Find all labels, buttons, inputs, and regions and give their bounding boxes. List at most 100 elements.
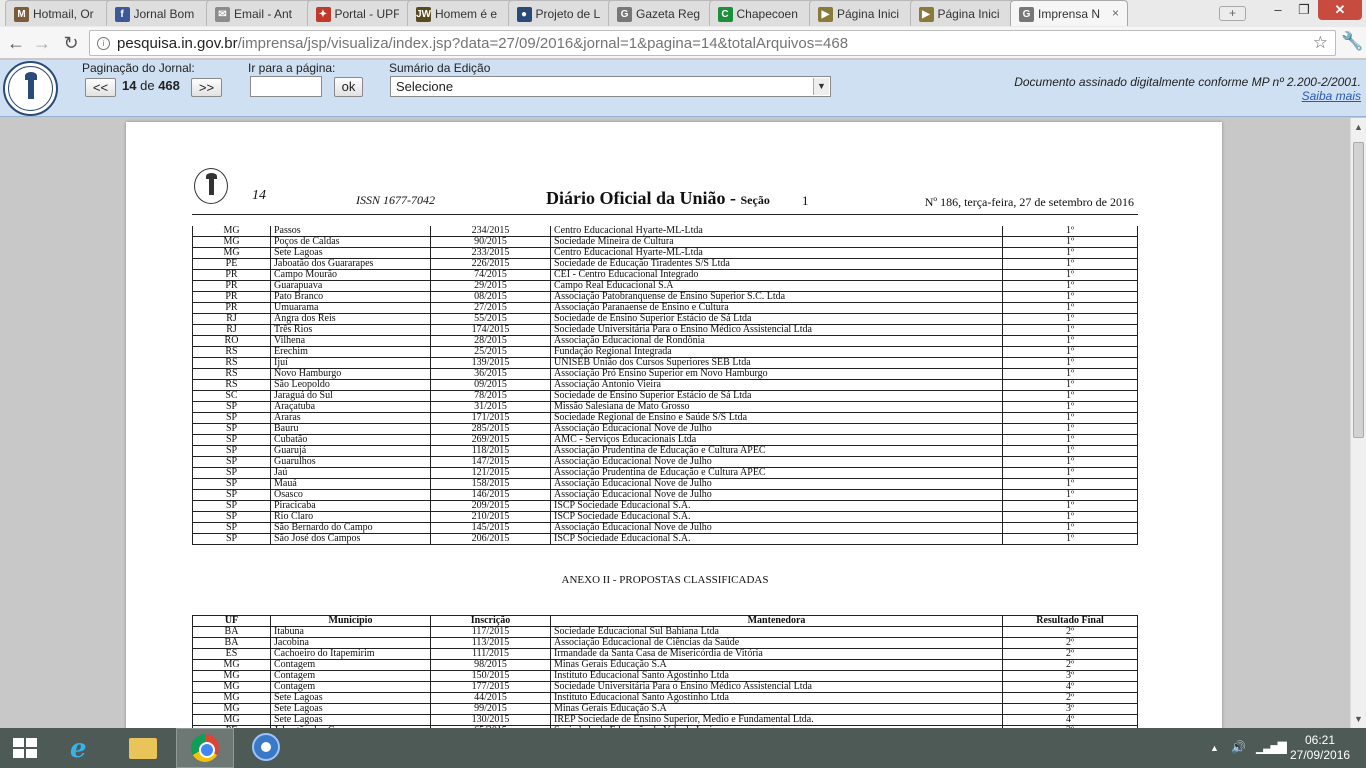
tab-11[interactable]: G Imprensa N × [1010,0,1128,26]
cell-mantenedora: ISCP Sociedade Educacional S.A. [550,511,1003,523]
table-row: RS São Leopoldo 09/2015 Associação Antonio … [192,379,1138,391]
cell-resultado: 1º [1002,500,1138,512]
cell-mantenedora: Sociedade de Educação Tiradentes S/S Ltd… [550,258,1003,270]
cell-municipio: Novo Hamburgo [270,368,431,380]
table-row: SP Mauá 158/2015 Associação Educacional Nov… [192,478,1138,490]
journal-name: Diário Oficial da União - [546,188,736,208]
annex-ii-title: ANEXO II - PROPOSTAS CLASSIFICADAS [561,574,769,586]
new-tab-button[interactable]: + [1219,6,1246,21]
bookmark-star-icon[interactable]: ☆ [1313,33,1328,53]
newspaper-page: 14 ISSN 1677-7042 Diário Oficial da Uniã… [126,122,1222,728]
tab-favicon-icon: G [1019,7,1034,22]
document-viewer[interactable]: 14 ISSN 1677-7042 Diário Oficial da Uniã… [0,118,1350,728]
cell-municipio: São Leopoldo [270,379,431,391]
forward-icon[interactable]: → [30,31,54,55]
cell-mantenedora: Centro Educacional Hyarte-ML-Ltda [550,247,1003,259]
cell-uf: SP [192,434,271,446]
vertical-scrollbar[interactable]: ▲ ▼ [1350,118,1366,728]
cell-municipio: Bauru [270,423,431,435]
reload-icon[interactable]: ↻ [59,31,83,55]
cell-mantenedora: Associação Paranaense de Ensino e Cultur… [550,302,1003,314]
cell-inscricao: 139/2015 [430,357,551,369]
maximize-icon[interactable]: ❐ [1292,0,1316,20]
cell-uf: MG [192,692,271,704]
cell-inscricao: 117/2015 [430,626,551,638]
cell-resultado: 1º [1002,236,1138,248]
cell-mantenedora: CEI - Centro Educacional Integrado [550,269,1003,281]
network-icon[interactable]: ▁▃▅▇ [1256,740,1287,754]
taskbar-ie[interactable]: e [54,728,112,768]
cell-resultado: 1º [1002,511,1138,523]
cell-mantenedora: Sociedade Universitária Para o Ensino Mé… [550,324,1003,336]
url-host: pesquisa.in.gov.br [117,35,238,52]
table-row: SP São José dos Campos 206/2015 ISCP Socied… [192,533,1138,545]
cell-municipio: Três Rios [270,324,431,336]
url-text[interactable]: pesquisa.in.gov.br/imprensa/jsp/visualiz… [117,35,848,52]
volume-icon[interactable]: 🔊 [1231,740,1246,754]
chevron-down-icon[interactable]: ▼ [813,78,829,95]
clock-date: 27/09/2016 [1290,748,1351,762]
table-row: MG Sete Lagoas 99/2015 Minas Gerais Educaçã… [192,703,1138,715]
summary-select[interactable]: Selecione ▼ [390,76,831,97]
system-clock[interactable]: 06:21 27/09/2016 [1290,733,1350,763]
goto-page-input[interactable] [250,76,322,97]
cell-municipio: Jaú [270,467,431,479]
cell-inscricao: 269/2015 [430,434,551,446]
cell-uf: MG [192,714,271,726]
cell-mantenedora: Sociedade de Ensino Superior Estácio de … [550,313,1003,325]
start-button[interactable] [0,728,50,768]
tab-close-icon[interactable]: × [1112,6,1119,20]
cell-mantenedora: Associação Antonio Vieira [550,379,1003,391]
cell-uf: BA [192,637,271,649]
column-header: Resultado Final [1002,615,1138,627]
tray-expand-icon[interactable]: ▲ [1210,743,1219,753]
cell-inscricao: 113/2015 [430,637,551,649]
table-row: SP Araçatuba 31/2015 Missão Salesiana de Ma… [192,401,1138,413]
column-header: UF [192,615,271,627]
tab-favicon-icon: C [717,7,733,22]
ok-button[interactable]: ok [334,77,363,97]
taskbar-chrome-2[interactable] [238,728,296,768]
cell-mantenedora: Associação Educacional Nove de Julho [550,489,1003,501]
cell-resultado: 1º [1002,269,1138,281]
back-icon[interactable]: ← [4,31,28,55]
table-row: RJ Três Rios 174/2015 Sociedade Universitár… [192,324,1138,336]
cell-resultado: 3º [1002,670,1138,682]
cell-uf: RS [192,368,271,380]
header-divider [192,214,1138,215]
saiba-mais-link[interactable]: Saiba mais [1014,89,1361,103]
imprensa-nacional-logo[interactable] [3,61,58,116]
scroll-down-icon[interactable]: ▼ [1354,714,1363,724]
cell-resultado: 1º [1002,379,1138,391]
next-page-button[interactable]: >> [191,78,222,97]
signature-text: Documento assinado digitalmente conforme… [1014,75,1361,89]
address-bar[interactable]: i pesquisa.in.gov.br/imprensa/jsp/visual… [89,30,1336,56]
table-row: SP Piracicaba 209/2015 ISCP Sociedade Educa… [192,500,1138,512]
cell-mantenedora: ISCP Sociedade Educacional S.A. [550,533,1003,545]
wrench-menu-icon[interactable]: 🔧 [1341,31,1363,52]
close-window-icon[interactable]: ✕ [1318,0,1362,20]
cell-uf: SP [192,500,271,512]
cell-mantenedora: IREP Sociedade de Ensino Superior, Medio… [550,714,1003,726]
cell-uf: SP [192,489,271,501]
cell-resultado: 1º [1002,357,1138,369]
cell-uf: MG [192,247,271,259]
folder-icon [129,738,157,759]
cell-inscricao: 78/2015 [430,390,551,402]
taskbar-chrome[interactable] [176,728,234,768]
page-info-icon[interactable]: i [97,37,110,50]
taskbar-explorer[interactable] [114,728,172,768]
tab-title: Página Inici [837,7,900,21]
cell-mantenedora: Sociedade Educacional Sul Bahiana Ltda [550,626,1003,638]
cell-resultado: 1º [1002,533,1138,545]
cell-inscricao: 29/2015 [430,280,551,292]
scroll-up-icon[interactable]: ▲ [1354,122,1363,132]
cell-resultado: 1º [1002,368,1138,380]
cell-municipio: Jacobina [270,637,431,649]
scroll-thumb[interactable] [1353,142,1364,438]
minimize-icon[interactable]: – [1264,0,1292,20]
column-header: Mantenedora [550,615,1003,627]
cell-inscricao: 150/2015 [430,670,551,682]
cell-mantenedora: Associação Educacional Nove de Julho [550,423,1003,435]
prev-page-button[interactable]: << [85,78,116,97]
